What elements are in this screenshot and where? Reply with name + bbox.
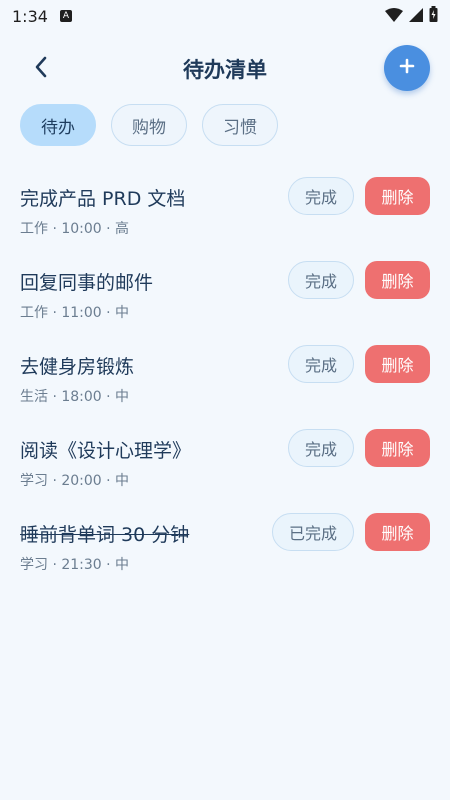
delete-button[interactable]: 删除	[365, 261, 430, 299]
wifi-icon	[385, 7, 403, 26]
battery-icon	[429, 6, 438, 26]
task-meta: 生活 · 18:00 · 中	[20, 389, 130, 405]
plus-icon	[399, 58, 415, 78]
task-meta: 学习 · 21:30 · 中	[20, 557, 130, 573]
task-list: 完成产品 PRD 文档 工作 · 10:00 · 高 完成 删除 回复同事的邮件…	[0, 170, 450, 590]
delete-button[interactable]: 删除	[365, 345, 430, 383]
notification-icon: A	[59, 10, 72, 22]
tab-habits[interactable]: 习惯	[202, 104, 278, 146]
complete-button[interactable]: 完成	[287, 261, 354, 299]
app-header: 待办清单	[0, 42, 450, 96]
delete-button[interactable]: 删除	[365, 177, 430, 215]
status-bar: 1:34 A	[0, 0, 450, 32]
task-title: 完成产品 PRD 文档	[20, 188, 186, 210]
task-title: 回复同事的邮件	[20, 272, 154, 294]
complete-button[interactable]: 完成	[287, 345, 354, 383]
task-title: 阅读《设计心理学》	[20, 440, 192, 462]
completed-button[interactable]: 已完成	[271, 513, 354, 551]
task-title: 去健身房锻炼	[20, 356, 135, 378]
add-task-button[interactable]	[384, 45, 430, 91]
task-meta: 工作 · 11:00 · 中	[20, 305, 130, 321]
task-meta: 工作 · 10:00 · 高	[20, 221, 130, 237]
category-tabs: 待办 购物 习惯	[20, 104, 278, 146]
tab-todo[interactable]: 待办	[20, 104, 96, 146]
status-icons	[385, 6, 438, 26]
task-row: 完成产品 PRD 文档 工作 · 10:00 · 高 完成 删除	[0, 170, 450, 254]
task-row: 阅读《设计心理学》 学习 · 20:00 · 中 完成 删除	[0, 422, 450, 506]
status-time: 1:34	[12, 6, 48, 26]
delete-button[interactable]: 删除	[365, 429, 430, 467]
delete-button[interactable]: 删除	[365, 513, 430, 551]
task-row: 去健身房锻炼 生活 · 18:00 · 中 完成 删除	[0, 338, 450, 422]
page-title: 待办清单	[183, 58, 267, 82]
task-meta: 学习 · 20:00 · 中	[20, 473, 130, 489]
tab-shopping[interactable]: 购物	[111, 104, 187, 146]
task-row-completed: 睡前背单词 30 分钟 学习 · 21:30 · 中 已完成 删除	[0, 506, 450, 590]
complete-button[interactable]: 完成	[287, 429, 354, 467]
signal-icon	[409, 7, 423, 26]
complete-button[interactable]: 完成	[287, 177, 354, 215]
task-row: 回复同事的邮件 工作 · 11:00 · 中 完成 删除	[0, 254, 450, 338]
task-title: 睡前背单词 30 分钟	[20, 524, 190, 546]
